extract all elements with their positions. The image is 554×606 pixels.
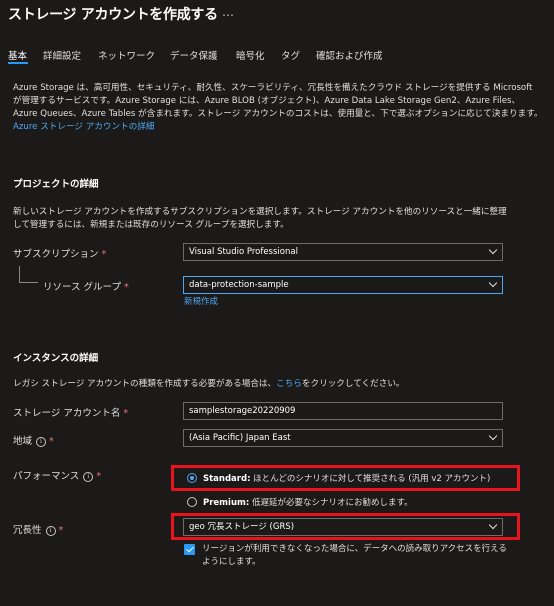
region-label: 地域 i *	[13, 433, 54, 447]
storage-name-label: ストレージ アカウント名 *	[13, 405, 128, 419]
create-new-link[interactable]: 新規作成	[184, 295, 218, 307]
tab-review-create[interactable]: 確認および作成	[316, 48, 383, 62]
performance-premium-radio[interactable]	[187, 497, 197, 507]
performance-standard-label: Standard: ほとんどのシナリオに対して推奨される (汎用 v2 アカウン…	[203, 472, 490, 484]
required-mark: *	[96, 471, 102, 482]
project-description: 新しいストレージ アカウントを作成するサブスクリプションを選択します。ストレージ…	[13, 207, 507, 230]
performance-premium-label: Premium: 低遅延が必要なシナリオにお勧めします。	[203, 496, 413, 508]
subscription-select[interactable]: Visual Studio Professional	[183, 243, 503, 261]
legacy-account-link[interactable]: こちら	[276, 379, 302, 389]
tab-encryption[interactable]: 暗号化	[236, 48, 265, 62]
resource-group-label-text: リソース グループ	[43, 282, 121, 293]
subscription-label-text: サブスクリプション	[13, 249, 99, 260]
region-value: (Asia Pacific) Japan East	[189, 433, 291, 443]
required-mark: *	[101, 249, 107, 260]
info-icon[interactable]: i	[83, 472, 94, 482]
tab-data-protection[interactable]: データ保護	[170, 48, 218, 62]
chevron-down-icon	[488, 520, 498, 530]
subscription-value: Visual Studio Professional	[189, 247, 298, 257]
performance-standard-radio[interactable]	[187, 473, 197, 483]
read-access-label: リージョンが利用できなくなった場合に、データへの読み取りアクセスを行えるようにし…	[202, 544, 507, 567]
tree-connector	[19, 266, 38, 283]
info-icon[interactable]: i	[36, 437, 47, 447]
required-mark: *	[49, 436, 54, 447]
standard-text: ほとんどのシナリオに対して推奨される (汎用 v2 アカウント)	[253, 474, 491, 484]
subscription-label: サブスクリプション *	[13, 246, 106, 260]
redundancy-select[interactable]: geo 冗長ストレージ (GRS)	[183, 518, 503, 536]
instance-desc-suffix: をクリックしてください。	[301, 379, 405, 389]
required-mark: *	[123, 282, 129, 293]
redundancy-label-text: 冗長性	[13, 525, 42, 536]
read-access-checkbox[interactable]	[184, 544, 195, 555]
storage-details-link[interactable]: Azure ストレージ アカウントの詳細	[13, 122, 154, 132]
page-title: ストレージ アカウントを作成する	[8, 7, 218, 23]
region-label-text: 地域	[13, 436, 33, 447]
redundancy-label: 冗長性 i *	[13, 522, 63, 536]
required-mark: *	[123, 408, 129, 419]
region-select[interactable]: (Asia Pacific) Japan East	[183, 429, 503, 447]
tab-networking[interactable]: ネットワーク	[98, 48, 155, 62]
chevron-down-icon	[488, 245, 498, 255]
storage-name-label-text: ストレージ アカウント名	[13, 408, 121, 419]
instance-details-heading: インスタンスの詳細	[13, 353, 99, 364]
intro-description: Azure Storage は、高可用性、セキュリティ、耐久性、スケーラビリティ…	[13, 82, 543, 134]
info-icon[interactable]: i	[45, 526, 56, 536]
storage-name-input[interactable]: samplestorage20220909	[183, 402, 503, 420]
tab-advanced[interactable]: 詳細設定	[43, 48, 81, 62]
redundancy-value: geo 冗長ストレージ (GRS)	[189, 522, 295, 532]
required-mark: *	[58, 525, 64, 536]
more-options-icon[interactable]: …	[222, 5, 234, 19]
instance-desc-prefix: レガシ ストレージ アカウントの種類を作成する必要がある場合は、	[13, 379, 277, 389]
performance-label-text: パフォーマンス	[13, 471, 80, 482]
performance-label: パフォーマンス i *	[13, 468, 101, 482]
resource-group-value: data-protection-sample	[189, 280, 289, 290]
premium-text: 低遅延が必要なシナリオにお勧めします。	[251, 498, 413, 508]
intro-text: Azure Storage は、高可用性、セキュリティ、耐久性、スケーラビリティ…	[13, 83, 543, 119]
tab-basics[interactable]: 基本	[8, 48, 27, 62]
active-tab-indicator	[8, 62, 28, 64]
resource-group-select[interactable]: data-protection-sample	[183, 276, 503, 294]
premium-bold: Premium:	[203, 498, 250, 508]
chevron-down-icon	[488, 431, 498, 441]
tab-tags[interactable]: タグ	[281, 48, 300, 62]
standard-bold: Standard:	[203, 474, 251, 484]
instance-description: レガシ ストレージ アカウントの種類を作成する必要がある場合は、こちらをクリック…	[13, 378, 543, 391]
chevron-down-icon	[488, 278, 498, 288]
project-details-heading: プロジェクトの詳細	[13, 179, 99, 190]
resource-group-label: リソース グループ *	[43, 279, 129, 293]
